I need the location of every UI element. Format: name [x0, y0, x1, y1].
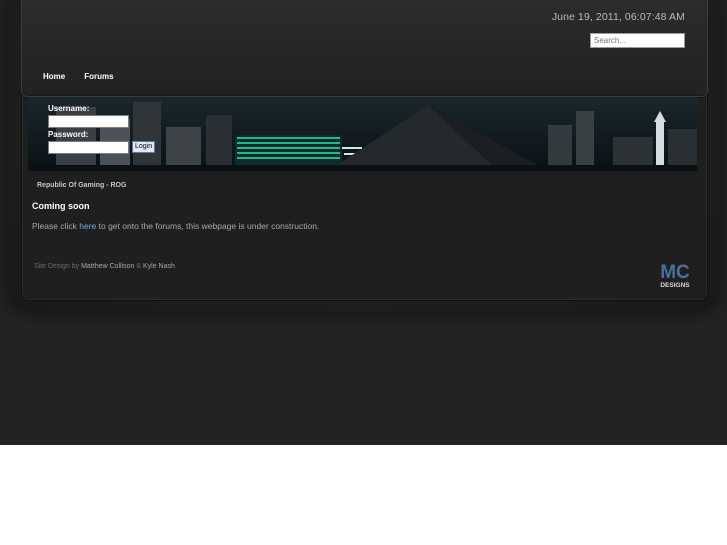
author-link-kyle[interactable]: Kyle Nash — [143, 263, 175, 270]
breadcrumb: Republic Of Gaming - ROG — [37, 182, 127, 189]
username-label: Username: — [48, 104, 90, 113]
username-field[interactable] — [48, 115, 129, 128]
password-row: Login — [48, 140, 156, 154]
main-content: Republic Of Gaming - ROG Coming soon Ple… — [21, 172, 706, 300]
message-text-before: Please click — [32, 221, 80, 231]
site-credits: Site Design by Matthew Collison & Kyle N… — [34, 263, 175, 270]
author-link-matthew[interactable]: Matthew Collison — [81, 263, 134, 270]
password-field[interactable] — [48, 141, 129, 154]
nav-home-link[interactable]: Home — [43, 72, 65, 86]
credits-separator: & — [134, 263, 143, 270]
login-button[interactable]: Login — [132, 141, 156, 153]
page-heading: Coming soon — [32, 201, 90, 211]
construction-message: Please click here to get onto the forums… — [32, 221, 319, 231]
password-label: Password: — [48, 130, 89, 139]
mc-designs-logo: MC DESIGNS — [660, 262, 690, 289]
logo-mc-text: MC — [660, 262, 690, 283]
login-form: Username: Password: Login — [48, 104, 156, 154]
forums-here-link[interactable]: here — [79, 221, 96, 231]
search-input[interactable] — [590, 33, 685, 48]
site-header: June 19, 2011, 06:07:48 AM Home Forums — [21, 0, 708, 97]
nav-forums-link[interactable]: Forums — [84, 72, 113, 86]
main-navigation: Home Forums — [43, 72, 133, 86]
logo-designs-text: DESIGNS — [660, 282, 690, 289]
page-viewport: June 19, 2011, 06:07:48 AM Home Forums — [0, 0, 727, 445]
current-datetime: June 19, 2011, 06:07:48 AM — [551, 11, 685, 23]
message-text-after: to get onto the forums, this webpage is … — [96, 221, 320, 231]
credits-prefix: Site Design by — [34, 263, 82, 270]
